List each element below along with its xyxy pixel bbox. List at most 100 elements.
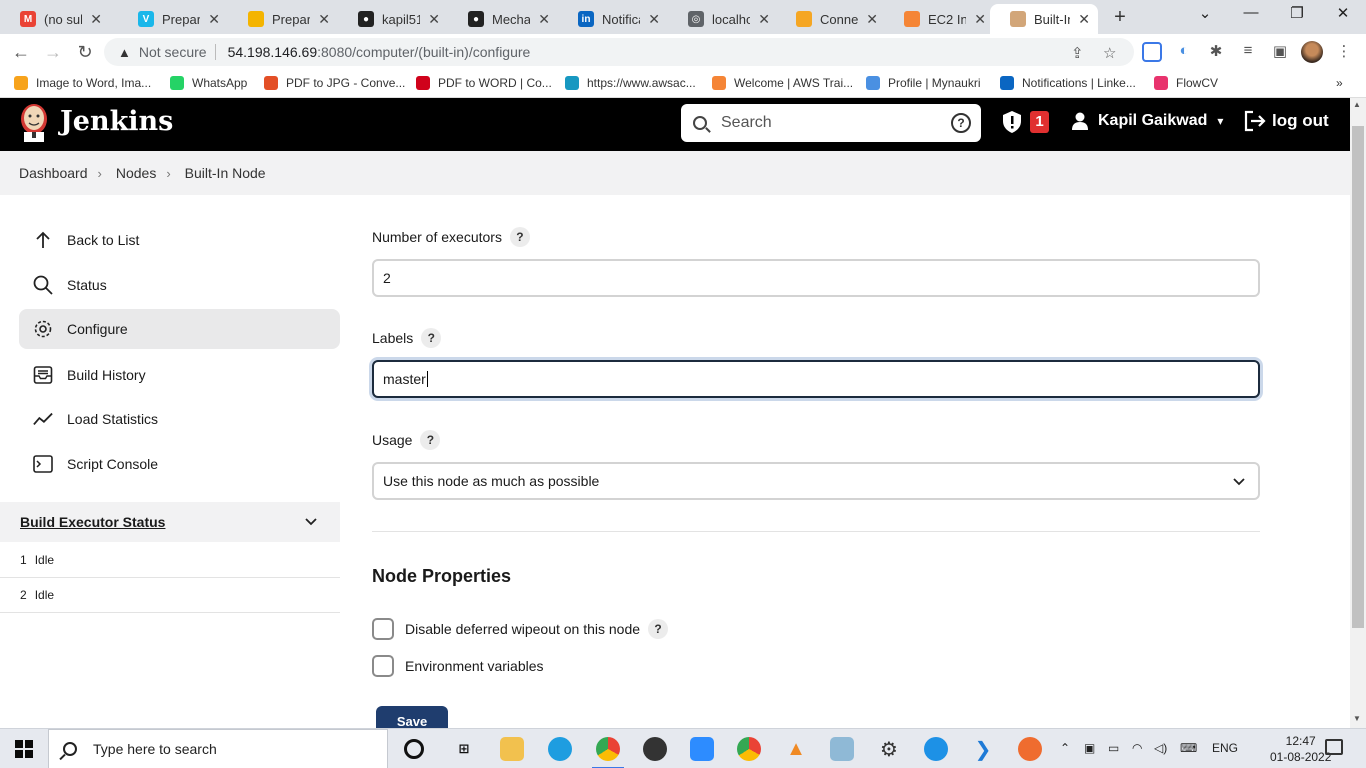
breadcrumb-nodes[interactable]: Nodes	[116, 165, 156, 181]
browser-tab[interactable]: M (no subject) ✕	[0, 4, 110, 34]
edge-extension-icon[interactable]: ◐	[1174, 42, 1194, 62]
sidebar-item-script-console[interactable]: Script Console	[19, 444, 340, 484]
vscode-icon[interactable]: ❯	[971, 737, 995, 761]
bookmark-item[interactable]: Image to Word, Ima...	[14, 76, 151, 90]
env-vars-checkbox[interactable]	[372, 655, 394, 677]
help-icon[interactable]: ?	[509, 227, 530, 247]
side-panel-icon[interactable]: ▣	[1270, 42, 1290, 62]
breadcrumb-built-in-node[interactable]: Built-In Node	[185, 165, 266, 181]
jenkins-search-input[interactable]	[721, 114, 921, 132]
chevron-down-icon[interactable]	[304, 514, 318, 533]
task-view-icon[interactable]: ⊞	[452, 737, 476, 761]
forward-arrow-icon[interactable]: →	[41, 40, 65, 64]
jenkins-logo-icon[interactable]	[18, 102, 50, 142]
close-tab-icon[interactable]: ✕	[90, 11, 102, 28]
keyboard-icon[interactable]: ⌨	[1180, 741, 1197, 755]
taskbar-search-box[interactable]: Type here to search	[48, 729, 388, 768]
logout-link[interactable]: log out	[1244, 110, 1329, 132]
bookmark-item[interactable]: Profile | Mynaukri	[866, 76, 980, 90]
executors-input[interactable]: 2	[372, 259, 1260, 297]
scroll-up-arrow-icon[interactable]: ▲	[1353, 100, 1361, 109]
chevron-up-icon[interactable]: ⌃	[1060, 741, 1070, 755]
more-bookmarks-icon[interactable]: »	[1336, 76, 1343, 90]
env-vars-checkbox-label[interactable]: Environment variables	[405, 658, 544, 674]
sidebar-item-load-statistics[interactable]: Load Statistics	[19, 399, 340, 439]
reload-icon[interactable]: ↻	[73, 40, 97, 64]
breadcrumb-dashboard[interactable]: Dashboard	[19, 165, 88, 181]
bookmark-item[interactable]: https://www.awsac...	[565, 76, 696, 90]
close-tab-icon[interactable]: ✕	[866, 11, 878, 28]
user-menu[interactable]: Kapil Gaikwad ▾	[1072, 112, 1223, 130]
build-executor-status-title[interactable]: Build Executor Status	[20, 514, 165, 530]
wipeout-checkbox[interactable]	[372, 618, 394, 640]
chrome-profile-icon[interactable]	[737, 737, 761, 761]
wipeout-checkbox-row[interactable]: Disable deferred wipeout on this node ?	[372, 618, 669, 640]
url-omnibox[interactable]: ▲ Not secure 54.198.146.69:8080/computer…	[104, 38, 1134, 66]
browser-tab[interactable]: Built-In Node ✕	[990, 4, 1098, 34]
battery-icon[interactable]: ▭	[1108, 741, 1119, 755]
antivirus-tray-icon[interactable]: ▣	[1084, 741, 1095, 755]
close-window-button[interactable]: ✕	[1328, 4, 1358, 22]
obs-icon[interactable]	[643, 737, 667, 761]
windows-start-icon[interactable]	[15, 740, 33, 758]
close-tab-icon[interactable]: ✕	[758, 11, 770, 28]
browser-tab[interactable]: EC2 Instance ✕	[884, 4, 994, 34]
security-shield-icon[interactable]	[1003, 111, 1021, 133]
browser-tab[interactable]: in Notification ✕	[558, 4, 668, 34]
sidebar-item-status[interactable]: Status	[19, 265, 340, 305]
browser-tab[interactable]: ◎ localhost ✕	[668, 4, 778, 34]
docker-icon[interactable]	[924, 737, 948, 761]
bookmark-item[interactable]: WhatsApp	[170, 76, 247, 90]
browser-tab[interactable]: Connect ✕	[776, 4, 886, 34]
close-tab-icon[interactable]: ✕	[318, 11, 330, 28]
star-icon[interactable]: ☆	[1103, 44, 1116, 62]
bookmark-item[interactable]: FlowCV	[1154, 76, 1218, 90]
wifi-icon[interactable]: ◠	[1132, 741, 1142, 755]
sidebar-item-back-to-list[interactable]: Back to List	[19, 220, 340, 260]
profile-avatar[interactable]	[1301, 41, 1323, 63]
tab-search-icon[interactable]: ⌄	[1190, 4, 1220, 22]
browser-tab[interactable]: ● kapil51/ ✕	[338, 4, 448, 34]
puzzle-extensions-icon[interactable]: ✱	[1206, 42, 1226, 62]
help-icon[interactable]: ?	[951, 113, 971, 133]
help-icon[interactable]: ?	[421, 328, 442, 348]
restore-button[interactable]: ❐	[1282, 4, 1312, 22]
back-arrow-icon[interactable]: ←	[9, 40, 33, 64]
help-icon[interactable]: ?	[420, 430, 441, 450]
volume-icon[interactable]: ◁)	[1154, 741, 1167, 755]
settings-gear-icon[interactable]: ⚙	[877, 737, 901, 761]
notepad-icon[interactable]	[830, 737, 854, 761]
vlc-icon[interactable]: ▲	[784, 737, 808, 761]
labels-input[interactable]: master	[372, 360, 1260, 398]
close-tab-icon[interactable]: ✕	[208, 11, 220, 28]
file-explorer-icon[interactable]	[500, 737, 524, 761]
minimize-button[interactable]: —	[1236, 4, 1266, 21]
kebab-menu-icon[interactable]: ⋮	[1334, 42, 1354, 62]
bookmark-item[interactable]: PDF to JPG - Conve...	[264, 76, 405, 90]
postman-icon[interactable]	[1018, 737, 1042, 761]
bookmark-item[interactable]: PDF to WORD | Co...	[416, 76, 552, 90]
cortana-icon[interactable]	[404, 739, 424, 759]
close-tab-icon[interactable]: ✕	[1078, 11, 1090, 28]
close-tab-icon[interactable]: ✕	[428, 11, 440, 28]
jenkins-title[interactable]: Jenkins	[60, 106, 173, 137]
browser-tab[interactable]: Preparation ✕	[228, 4, 338, 34]
scroll-down-arrow-icon[interactable]: ▼	[1353, 714, 1361, 723]
close-tab-icon[interactable]: ✕	[648, 11, 660, 28]
browser-tab[interactable]: V Preparation ✕	[118, 4, 228, 34]
zoom-icon[interactable]	[690, 737, 714, 761]
new-tab-button[interactable]: +	[1110, 6, 1130, 29]
bookmark-item[interactable]: Notifications | Linke...	[1000, 76, 1136, 90]
env-vars-checkbox-row[interactable]: Environment variables	[372, 655, 544, 677]
help-icon[interactable]: ?	[648, 619, 669, 639]
alert-count-badge[interactable]: 1	[1030, 111, 1049, 133]
wipeout-checkbox-label[interactable]: Disable deferred wipeout on this node	[405, 621, 640, 637]
system-clock[interactable]: 12:47 01-08-2022	[1270, 733, 1331, 765]
language-indicator[interactable]: ENG	[1212, 741, 1238, 755]
reading-list-icon[interactable]: ≡	[1238, 42, 1258, 62]
sidebar-item-build-history[interactable]: Build History	[19, 355, 340, 395]
share-icon[interactable]: ⇪	[1071, 44, 1084, 62]
page-scrollbar[interactable]: ▲ ▼	[1350, 98, 1366, 728]
notification-center-icon[interactable]	[1325, 739, 1343, 755]
browser-tab[interactable]: ● Mechanic ✕	[448, 4, 558, 34]
